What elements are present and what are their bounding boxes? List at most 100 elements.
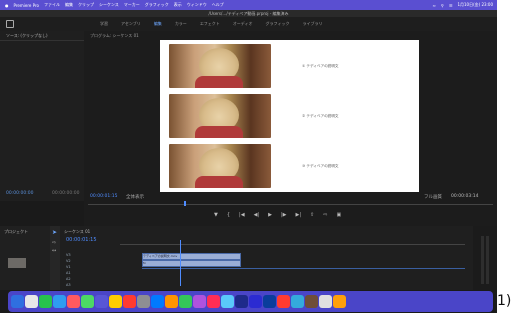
workspace-tab-editing[interactable]: 編集 [154, 21, 162, 27]
timeline-title[interactable]: シーケンス 01 [60, 226, 473, 235]
menu-edit[interactable]: 編集 [65, 2, 73, 8]
appstore-icon[interactable] [151, 295, 164, 308]
selection-tool-icon[interactable]: ➤ [52, 230, 58, 236]
menubar-clock[interactable]: 1月10日(金) 23:00 [457, 2, 493, 8]
meter-left [481, 236, 484, 284]
go-to-in-icon[interactable]: |◀ [239, 212, 245, 218]
bear-photo-2 [169, 94, 271, 138]
program-duration: 00:00:03:14 [451, 194, 479, 199]
workspace-tab-learn[interactable]: 学習 [100, 21, 108, 27]
menu-help[interactable]: ヘルプ [212, 2, 224, 8]
menu-bar: ● Premiere Pro ファイル 編集 クリップ シーケンス マーカー グ… [0, 0, 497, 10]
timeline-ruler[interactable] [120, 240, 465, 245]
go-to-out-icon[interactable]: ▶| [296, 212, 302, 218]
audio-track-line [142, 268, 465, 269]
video-frame[interactable]: ① テディベアの説明文 ② テディベアの説明文 ③ テディベアの説明文 [160, 40, 419, 192]
workspace-tab-effects[interactable]: エフェクト [200, 21, 220, 27]
audio-meters [473, 226, 497, 290]
frame-caption-2: ② テディベアの説明文 [302, 114, 339, 118]
ripple-tool-icon[interactable]: ↔ [52, 248, 58, 254]
keynote-icon[interactable] [221, 295, 234, 308]
menu-graphics[interactable]: グラフィック [145, 2, 169, 8]
source-panel-title[interactable]: ソース: (クリップなし) [0, 31, 84, 41]
source-monitor: ソース: (クリップなし) 00:00:00:00 00:00:00:00 [0, 31, 84, 201]
messages-icon[interactable] [39, 295, 52, 308]
transport-controls: ▼ { |◀ ◀| ▶ |▶ ▶| ⇧ ⇨ ▣ [214, 212, 341, 218]
menu-marker[interactable]: マーカー [124, 2, 140, 8]
podcasts-icon[interactable] [193, 295, 206, 308]
maps-icon[interactable] [179, 295, 192, 308]
bear-photo-3 [169, 144, 271, 188]
folder-icon[interactable] [319, 295, 332, 308]
screen: ● Premiere Pro ファイル 編集 クリップ シーケンス マーカー グ… [0, 0, 497, 313]
extract-icon[interactable]: ⇨ [323, 212, 327, 218]
meter-right [486, 236, 489, 284]
workspace-tab-graphics[interactable]: グラフィック [266, 21, 290, 27]
timeline-clip-v2[interactable]: テディベアの説明文.mov [142, 253, 241, 260]
control-center-icon[interactable]: ☰ [449, 3, 453, 8]
quality-select[interactable]: フル画質 [424, 194, 442, 200]
window-title: /Users/…/テディベア動画.prproj - 編集済み [0, 10, 497, 17]
project-panel-title[interactable]: プロジェクト [0, 226, 50, 235]
source-timecode[interactable]: 00:00:00:00 [6, 191, 33, 196]
menu-file[interactable]: ファイル [44, 2, 60, 8]
dock [8, 291, 493, 312]
track-select-tool-icon[interactable]: ⇨ [52, 240, 58, 246]
source-duration: 00:00:00:00 [52, 191, 80, 196]
playhead-track[interactable] [88, 204, 493, 205]
premiere-icon[interactable] [263, 295, 276, 308]
timeline-playhead[interactable] [180, 240, 181, 286]
workspace-bar: 学習 アセンブリ 編集 カラー エフェクト オーディオ グラフィック ライブラリ [0, 17, 497, 31]
play-icon[interactable]: ▶ [268, 212, 272, 218]
safari-icon[interactable] [53, 295, 66, 308]
timeline-timecode[interactable]: 00:00:01:15 [66, 237, 97, 243]
workspace-tab-color[interactable]: カラー [175, 21, 187, 27]
step-back-icon[interactable]: ◀| [254, 212, 260, 218]
workspace-tab-audio[interactable]: オーディオ [233, 21, 253, 27]
mail-icon[interactable] [95, 295, 108, 308]
news-icon[interactable] [207, 295, 220, 308]
tools-panel: ➤ ⇨ ↔ [50, 226, 60, 290]
finder-window-icon[interactable] [291, 295, 304, 308]
creative-cloud-icon[interactable] [277, 295, 290, 308]
app-icon[interactable] [305, 295, 318, 308]
search-icon[interactable]: ⚲ [441, 3, 444, 8]
zoom-select[interactable]: 全体表示 [126, 194, 144, 200]
frame-caption-3: ③ テディベアの説明文 [302, 164, 339, 168]
facetime-icon[interactable] [81, 295, 94, 308]
lift-icon[interactable]: ⇧ [310, 212, 314, 218]
photoshop-icon[interactable] [249, 295, 262, 308]
project-thumbnail[interactable] [8, 258, 26, 268]
program-panel-title[interactable]: プログラム: シーケンス 01 [84, 31, 497, 40]
track-a3[interactable]: A3 [66, 282, 71, 288]
timeline-clip-v1[interactable]: fx [142, 260, 241, 267]
notes-icon[interactable] [109, 295, 122, 308]
project-panel: プロジェクト [0, 226, 50, 290]
menu-sequence[interactable]: シーケンス [99, 2, 119, 8]
menu-clip[interactable]: クリップ [78, 2, 94, 8]
menu-view[interactable]: 表示 [174, 2, 182, 8]
wifi-icon[interactable]: ≈ [433, 3, 436, 8]
track-headers: V3 V2 V1 A1 A2 A3 [66, 252, 71, 288]
step-forward-icon[interactable]: |▶ [281, 212, 287, 218]
finder-icon[interactable] [11, 295, 24, 308]
workspace-tab-assembly[interactable]: アセンブリ [121, 21, 141, 27]
mark-in-icon[interactable]: ▼ [214, 212, 218, 218]
program-timecode[interactable]: 00:00:01:15 [90, 194, 117, 199]
apple-icon[interactable]: ● [5, 3, 9, 8]
playhead[interactable] [184, 201, 186, 206]
calendar-icon[interactable] [123, 295, 136, 308]
photos-icon[interactable] [165, 295, 178, 308]
launchpad-icon[interactable] [25, 295, 38, 308]
settings-icon[interactable] [137, 295, 150, 308]
illustrator-icon[interactable] [235, 295, 248, 308]
menu-app[interactable]: Premiere Pro [14, 3, 39, 8]
menu-window[interactable]: ウィンドウ [187, 2, 207, 8]
mark-out-icon[interactable]: { [227, 212, 230, 218]
music-icon[interactable] [67, 295, 80, 308]
workspace-tab-libraries[interactable]: ライブラリ [302, 21, 322, 27]
bear-photo-1 [169, 44, 271, 88]
camera-icon[interactable]: ▣ [336, 212, 341, 218]
trash-icon[interactable] [333, 295, 346, 308]
home-icon[interactable] [6, 20, 14, 28]
